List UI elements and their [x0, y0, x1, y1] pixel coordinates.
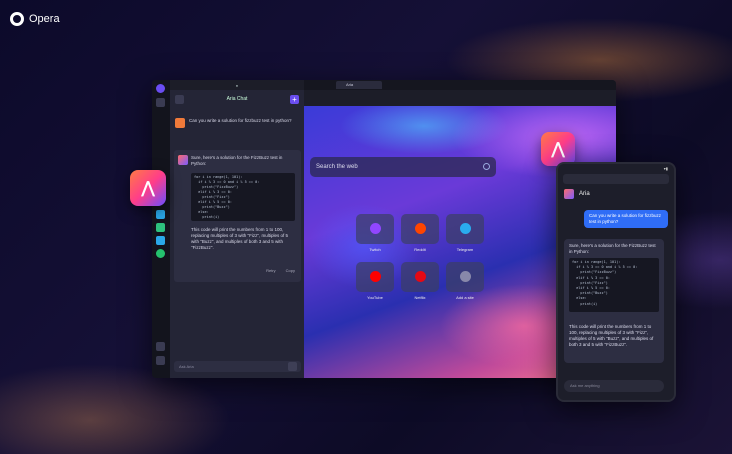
browser-window: ● Aria Chat + Can you write a solution f…	[152, 80, 616, 378]
speed-dial-tile-label: Twitch	[369, 247, 381, 252]
panel-input-placeholder: Ask Aria	[179, 364, 194, 369]
speed-dial-tile-label: Reddit	[414, 247, 426, 252]
speed-dial-tile[interactable]	[401, 214, 439, 244]
speed-dial-tile[interactable]	[446, 214, 484, 244]
aria-icon: ⋀	[130, 170, 166, 206]
opera-o-icon	[10, 12, 24, 26]
code-block: for i in range(1, 101): if i % 3 == 0 an…	[191, 173, 295, 221]
speed-dial-tile[interactable]	[446, 262, 484, 292]
aria-avatar-icon	[564, 189, 574, 199]
aria-icon-large: ⋀	[541, 132, 575, 166]
opera-logo: Opera	[10, 12, 60, 26]
speed-dial-tile[interactable]	[401, 262, 439, 292]
site-icon	[415, 223, 426, 234]
speed-dial-tile-label: YouTube	[367, 295, 383, 300]
phone-chat-input[interactable]: Ask me anything	[564, 380, 664, 392]
aria-side-panel: ● Aria Chat + Can you write a solution f…	[170, 80, 304, 378]
site-icon	[415, 271, 426, 282]
phone-chat-header: Aria	[558, 186, 674, 202]
sidebar-telegram-icon[interactable]	[156, 210, 165, 219]
tab-bar: Aria	[304, 80, 616, 90]
site-icon	[460, 271, 471, 282]
sidebar-whatsapp-icon[interactable]	[156, 223, 165, 232]
panel-header: Aria Chat +	[170, 90, 304, 108]
retry-button[interactable]: Retry	[266, 268, 276, 273]
answer-actions: Retry Copy	[266, 268, 295, 273]
phone-user-message: Can you write a solution for fizzbuzz te…	[584, 210, 668, 228]
brand-name: Opera	[29, 13, 60, 25]
speed-dial-tile-label: Add a site	[456, 295, 474, 300]
aria-logo-icon: ⋀	[141, 180, 155, 197]
phone-status-bar: ▾▮	[663, 165, 668, 171]
copy-button[interactable]: Copy	[286, 268, 295, 273]
search-box[interactable]: Search the web	[310, 157, 496, 177]
panel-chat-input[interactable]: Ask Aria	[174, 361, 301, 372]
panel-topbar: ●	[170, 80, 304, 90]
phone-url-bar[interactable]	[563, 174, 669, 184]
question-text: Can you write a solution for fizzbuzz te…	[189, 118, 292, 123]
search-icon[interactable]	[483, 163, 490, 170]
opera-menu-icon[interactable]	[156, 84, 165, 93]
phone-answer-outro: This code will print the numbers from 1 …	[569, 324, 654, 347]
answer-outro: This code will print the numbers from 1 …	[191, 227, 288, 250]
site-icon	[370, 223, 381, 234]
sidebar-messenger-icon[interactable]	[156, 236, 165, 245]
speed-dial-tile-label: Telegram	[456, 247, 474, 252]
user-question: Can you write a solution for fizzbuzz te…	[175, 118, 299, 128]
speed-dial-tile[interactable]	[356, 262, 394, 292]
site-icon	[370, 271, 381, 282]
phone-code-block: for i in range(1, 101): if i % 3 == 0 an…	[569, 258, 659, 312]
sidebar-speed-dial-icon[interactable]	[156, 98, 165, 107]
phone-answer-card: Sure, here's a solution for the FizzBuzz…	[564, 239, 664, 363]
browser-sidebar	[152, 80, 170, 378]
aria-avatar-icon	[178, 155, 188, 165]
site-icon	[460, 223, 471, 234]
speed-dial-tile[interactable]	[356, 214, 394, 244]
aria-logo-icon-large: ⋀	[551, 141, 565, 158]
answer-intro: Sure, here's a solution for the FizzBuzz…	[191, 155, 283, 166]
tab-aria[interactable]: Aria	[336, 81, 382, 89]
address-bar[interactable]	[304, 90, 616, 106]
aria-answer-card: Sure, here's a solution for the FizzBuzz…	[174, 150, 301, 282]
sidebar-spotify-icon[interactable]	[156, 249, 165, 258]
assistant-name: Aria	[579, 191, 590, 197]
send-icon[interactable]	[288, 362, 297, 371]
panel-menu-button[interactable]	[175, 94, 184, 104]
sidebar-history-icon[interactable]	[156, 342, 165, 351]
user-avatar	[175, 118, 185, 128]
phone-answer-intro: Sure, here's a solution for the FizzBuzz…	[569, 243, 656, 254]
phone-mockup: ▾▮ Aria Can you write a solution for fiz…	[556, 162, 676, 402]
search-placeholder: Search the web	[316, 164, 358, 170]
sidebar-settings-icon[interactable]	[156, 356, 165, 365]
new-chat-button[interactable]: +	[290, 94, 299, 104]
speed-dial-tile-label: Netflix	[414, 295, 426, 300]
panel-title: Aria Chat	[226, 96, 248, 102]
